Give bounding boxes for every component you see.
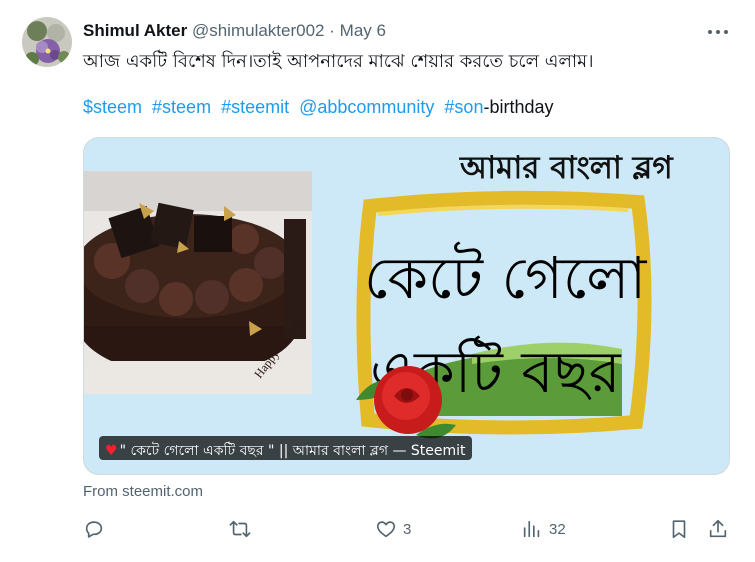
- share-button[interactable]: [707, 517, 729, 541]
- hashtag-steem-dollar[interactable]: $steem: [83, 97, 142, 117]
- retweet-button[interactable]: [229, 517, 251, 541]
- more-icon[interactable]: [706, 22, 730, 42]
- avatar[interactable]: [22, 17, 72, 67]
- hashtag-steemit[interactable]: #steemit: [221, 97, 289, 117]
- card-caption-text: " কেটে গেলো একটি বছর " || আমার বাংলা ব্ল…: [119, 443, 466, 459]
- like-count: 3: [403, 520, 412, 538]
- like-button[interactable]: 3: [375, 517, 411, 541]
- reply-icon: [85, 521, 103, 538]
- hashtag-suffix: -birthday: [483, 97, 554, 117]
- link-preview-card[interactable]: Happy RAVIN আমার বাংলা ব্লগ কেটে গেলো এক…: [83, 137, 730, 475]
- bookmark-button[interactable]: [668, 517, 690, 541]
- card-source-link[interactable]: From steemit.com: [83, 483, 203, 500]
- heart-emoji-icon: ♥: [105, 443, 118, 459]
- hashtag-son[interactable]: #son: [444, 97, 483, 117]
- mention-abbcommunity[interactable]: @abbcommunity: [299, 97, 434, 117]
- card-big-line-1: কেটে গেলো: [364, 244, 647, 312]
- rose-icon: [356, 366, 456, 439]
- card-caption: ♥ " কেটে গেলো একটি বছর " || আমার বাংলা ব্…: [99, 436, 472, 460]
- bookmark-icon: [672, 520, 686, 539]
- cake-photo: Happy RAVIN: [84, 171, 312, 394]
- heart-icon: [376, 521, 396, 538]
- author-name[interactable]: Shimul Akter: [83, 21, 187, 40]
- share-icon: [709, 519, 727, 538]
- views-button[interactable]: 32: [521, 517, 566, 541]
- views-count: 32: [549, 520, 566, 538]
- author-handle[interactable]: @shimulakter002: [192, 21, 325, 40]
- separator-dot: ·: [329, 21, 335, 40]
- hashtag-row: $steem #steem #steemit @abbcommunity #son-bi…: [83, 97, 554, 118]
- tweet-date[interactable]: May 6: [340, 21, 386, 40]
- hashtag-steem[interactable]: #steem: [152, 97, 211, 117]
- retweet-icon: [229, 520, 251, 538]
- views-icon: [523, 520, 540, 538]
- tweet-text: আজ একটি বিশেষ দিন।তাই আপনাদের মাঝে শেয়া…: [83, 51, 594, 72]
- tweet-header: Shimul Akter @shimulakter002 · May 6: [83, 21, 386, 41]
- reply-button[interactable]: [83, 517, 105, 541]
